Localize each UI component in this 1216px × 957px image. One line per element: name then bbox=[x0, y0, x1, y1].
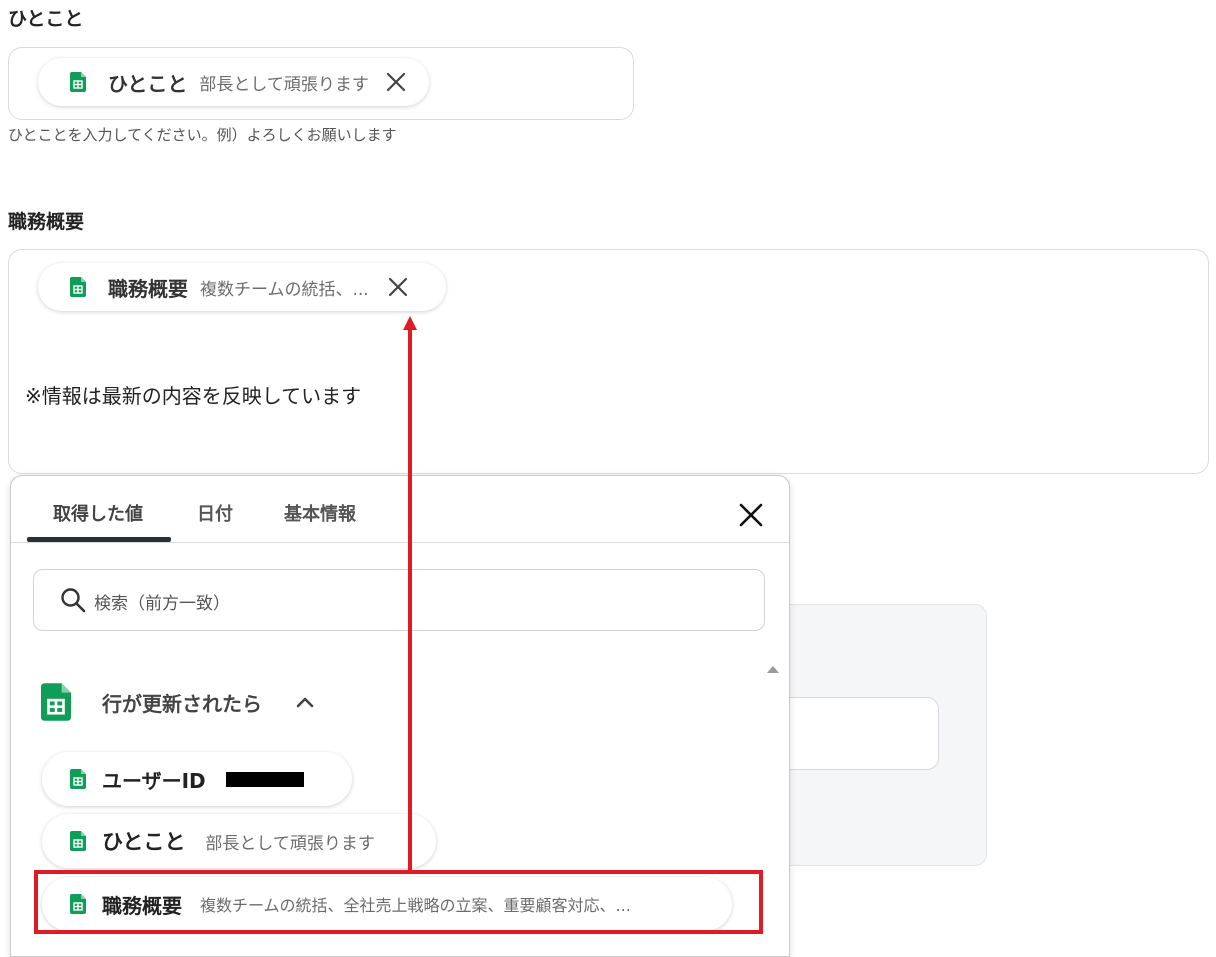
hitokoto-field[interactable]: ひとこと 部長として頑張ります bbox=[8, 47, 634, 120]
duties-body-text: ※情報は最新の内容を反映しています bbox=[25, 384, 362, 408]
hitokoto-title: ひとこと bbox=[8, 8, 84, 30]
close-icon[interactable] bbox=[385, 71, 407, 93]
google-sheets-icon bbox=[41, 683, 71, 721]
duties-title: 職務概要 bbox=[8, 211, 85, 233]
tab-basic-info[interactable]: 基本情報 bbox=[284, 500, 356, 526]
group-label[interactable]: 行が更新されたら bbox=[102, 688, 262, 717]
duties-chip[interactable]: 職務概要 複数チームの統括、... bbox=[38, 263, 446, 311]
google-sheets-icon bbox=[70, 72, 86, 92]
list-item-hitokoto[interactable]: ひとこと 部長として頑張ります bbox=[42, 814, 436, 868]
scroll-up-arrow-icon[interactable] bbox=[766, 664, 780, 674]
annotation-arrow-icon bbox=[403, 316, 417, 870]
chip-label: ひとこと bbox=[108, 71, 188, 96]
google-sheets-icon bbox=[70, 769, 86, 789]
close-icon[interactable] bbox=[387, 276, 409, 298]
hitokoto-chip[interactable]: ひとこと 部長として頑張ります bbox=[38, 58, 429, 106]
chip-value: 複数チームの統括、... bbox=[200, 279, 369, 300]
background-input[interactable] bbox=[786, 697, 939, 770]
search-input[interactable]: 検索（前方一致） bbox=[33, 569, 765, 631]
google-sheets-icon bbox=[70, 831, 86, 851]
item-label: ユーザーID bbox=[102, 768, 206, 793]
tab-acquired-values[interactable]: 取得した値 bbox=[53, 500, 143, 526]
chip-value: 部長として頑張ります bbox=[199, 74, 369, 95]
item-value: 部長として頑張ります bbox=[205, 833, 375, 854]
tab-date[interactable]: 日付 bbox=[197, 500, 233, 526]
hitokoto-hint: ひとことを入力してください。例）よろしくお願いします bbox=[8, 126, 397, 144]
google-sheets-icon bbox=[70, 277, 86, 297]
close-icon[interactable] bbox=[738, 502, 764, 528]
chevron-up-icon[interactable] bbox=[295, 695, 315, 709]
search-icon bbox=[61, 588, 86, 613]
duties-field[interactable]: 職務概要 複数チームの統括、... ※情報は最新の内容を反映しています bbox=[8, 249, 1209, 474]
search-placeholder: 検索（前方一致） bbox=[94, 594, 230, 614]
highlight-box bbox=[34, 870, 763, 934]
redacted-value bbox=[225, 771, 304, 787]
list-item-user-id[interactable]: ユーザーID bbox=[42, 752, 352, 806]
item-label: ひとこと bbox=[102, 830, 186, 854]
chip-label: 職務概要 bbox=[108, 276, 188, 301]
